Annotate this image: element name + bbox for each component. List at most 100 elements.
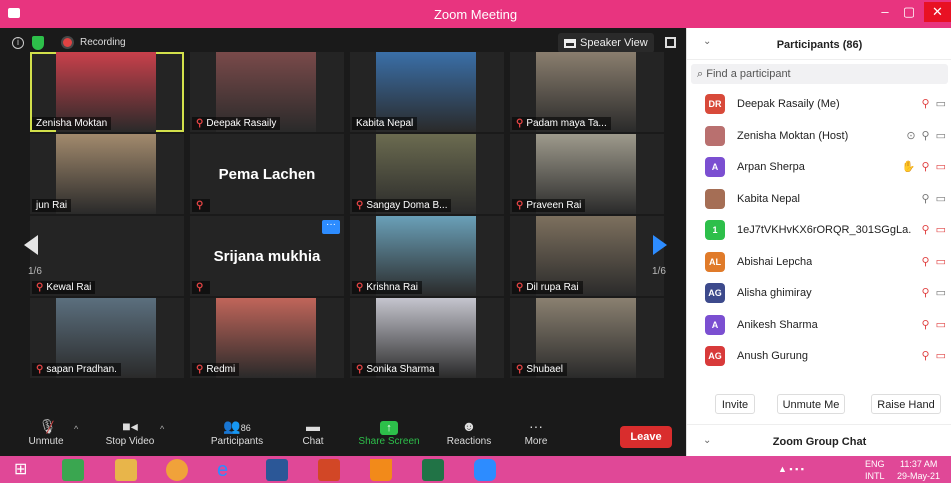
group-chat-header[interactable]: ⌄ Zoom Group Chat bbox=[687, 424, 951, 456]
participant-row[interactable]: A Arpan Sherpa ✋ ⚲ ▭ bbox=[687, 151, 951, 182]
participant-name: Sangay Doma B... bbox=[366, 200, 448, 211]
video-tile[interactable]: ⚲ Sangay Doma B... bbox=[350, 134, 504, 214]
participant-search-input[interactable]: ⌕ Find a participant bbox=[691, 64, 948, 84]
video-tile[interactable]: ⚲ Shubael bbox=[510, 298, 664, 378]
participant-name: Zenisha Moktan bbox=[36, 118, 108, 129]
mic-icon: ⚲ bbox=[921, 129, 930, 142]
more-dots-icon: ··· bbox=[529, 418, 543, 434]
tray-icons[interactable]: ▲ ▪ ▪ ▪ bbox=[778, 464, 804, 474]
camera-muted-icon: ▭ bbox=[935, 161, 946, 173]
leave-button[interactable]: Leave bbox=[620, 426, 672, 448]
participants-count: 86 bbox=[240, 423, 251, 433]
more-button[interactable]: ··· More bbox=[506, 418, 566, 447]
participant-name: Redmi bbox=[206, 364, 236, 375]
participant-row[interactable]: AL Abishai Lepcha ⚲ ▭ bbox=[687, 246, 951, 277]
stop-video-button[interactable]: ■◂ Stop Video bbox=[95, 418, 165, 447]
search-placeholder: Find a participant bbox=[706, 68, 791, 80]
speaker-view-button[interactable]: Speaker View bbox=[558, 33, 654, 53]
participant-name-label: jun Rai bbox=[32, 199, 72, 212]
participant-row[interactable]: A Anikesh Sharma ⚲ ▭ bbox=[687, 309, 951, 340]
keyboard-layout[interactable]: INTL bbox=[865, 471, 885, 481]
invite-button[interactable]: Invite bbox=[715, 394, 755, 414]
video-tile[interactable]: ⚲ Padam maya Ta... bbox=[510, 52, 664, 132]
title-bar: Zoom Meeting – ▢ ✕ bbox=[0, 0, 951, 28]
audio-options-caret-icon[interactable]: ^ bbox=[74, 424, 78, 434]
info-icon[interactable]: i bbox=[12, 37, 24, 49]
video-tile[interactable]: ⚲ Kewal Rai bbox=[30, 216, 184, 296]
camera-icon: ▭ bbox=[935, 192, 946, 205]
clock-date[interactable]: 29-May-21 bbox=[897, 471, 940, 481]
video-options-caret-icon[interactable]: ^ bbox=[160, 424, 164, 434]
participant-list-name: Alisha ghimiray bbox=[737, 287, 812, 299]
video-tile[interactable]: ⚲ Deepak Rasaily bbox=[190, 52, 344, 132]
file-explorer-icon[interactable] bbox=[115, 459, 137, 481]
zoom-taskbar-icon[interactable] bbox=[474, 459, 496, 481]
participant-row[interactable]: Zenisha Moktan (Host) ⊙ ⚲ ▭ bbox=[687, 120, 951, 151]
unmute-button[interactable]: 🎙╱ Unmute bbox=[16, 418, 76, 447]
mic-muted-icon: ⚲ bbox=[516, 118, 524, 129]
language-indicator[interactable]: ENG bbox=[865, 459, 885, 469]
video-tile[interactable]: ⚲ Sonika Sharma bbox=[350, 298, 504, 378]
video-tile[interactable]: ⚲ Krishna Rai bbox=[350, 216, 504, 296]
participant-name: Dil rupa Rai bbox=[526, 282, 579, 293]
participants-label: Participants bbox=[210, 436, 264, 447]
excel-icon[interactable] bbox=[422, 459, 444, 481]
prev-page-arrow-icon[interactable] bbox=[24, 235, 38, 255]
video-tile[interactable]: Kabita Nepal bbox=[350, 52, 504, 132]
participants-title: Participants (86) bbox=[776, 39, 863, 51]
video-tile[interactable]: jun Rai bbox=[30, 134, 184, 214]
participant-name-label: ⚲ bbox=[192, 281, 211, 294]
unmute-me-button[interactable]: Unmute Me bbox=[777, 394, 845, 414]
avatar bbox=[705, 125, 725, 146]
participants-button[interactable]: 👥86 Participants bbox=[200, 418, 274, 447]
participant-row[interactable]: DR Deepak Rasaily (Me) ⚲ ▭ bbox=[687, 88, 951, 119]
reactions-button[interactable]: ☻ Reactions bbox=[434, 418, 504, 447]
video-tile[interactable]: ⚲ Redmi bbox=[190, 298, 344, 378]
reactions-smiley-icon: ☻ bbox=[461, 418, 477, 434]
video-tile[interactable]: ⚲ Praveen Rai bbox=[510, 134, 664, 214]
store-icon[interactable] bbox=[62, 459, 84, 481]
participant-name-label: ⚲ Krishna Rai bbox=[352, 281, 423, 294]
participant-status-icons: ⚲ ▭ bbox=[922, 192, 946, 205]
mic-muted-icon: 🎙╱ bbox=[38, 418, 57, 434]
mic-muted-icon: ⚲ bbox=[356, 364, 364, 375]
mic-muted-icon: ⚲ bbox=[921, 98, 930, 110]
video-tile[interactable]: ⚲ Dil rupa Rai bbox=[510, 216, 664, 296]
more-label: More bbox=[524, 436, 548, 447]
chat-button[interactable]: ▬ Chat bbox=[285, 418, 341, 447]
windows-start-icon[interactable]: ⊞ bbox=[14, 459, 36, 481]
camera-muted-icon: ▭ bbox=[935, 255, 946, 268]
share-screen-button[interactable]: ↑ Share Screen bbox=[354, 418, 424, 447]
participant-row[interactable]: AG Alisha ghimiray ⚲ ▭ bbox=[687, 277, 951, 308]
avatar: AG bbox=[705, 283, 725, 303]
fullscreen-icon[interactable] bbox=[665, 37, 676, 48]
participant-list-name: Abishai Lepcha bbox=[737, 255, 813, 268]
participant-status-icons: ⚲ ▭ bbox=[922, 318, 946, 331]
video-tile[interactable]: Zenisha Moktan bbox=[30, 52, 184, 132]
participant-actions: Invite Unmute Me Raise Hand bbox=[687, 394, 951, 414]
chrome-icon[interactable] bbox=[166, 459, 188, 481]
participant-status-icons: ✋ ⚲ ▭ bbox=[902, 160, 946, 173]
minimize-button[interactable]: – bbox=[873, 4, 897, 19]
close-button[interactable]: ✕ bbox=[924, 2, 951, 22]
raise-hand-button[interactable]: Raise Hand bbox=[871, 394, 941, 414]
video-tile[interactable]: ⚲ sapan Pradhan. bbox=[30, 298, 184, 378]
meeting-toolbar: 🎙╱ Unmute ^ ■◂ Stop Video ^ 👥86 Particip… bbox=[0, 412, 686, 456]
tile-more-options-icon[interactable]: ··· bbox=[322, 220, 340, 234]
internet-explorer-icon[interactable]: e bbox=[217, 459, 239, 481]
maximize-button[interactable]: ▢ bbox=[897, 4, 921, 20]
participant-name: Shubael bbox=[526, 364, 564, 375]
video-tile[interactable]: Pema Lachen ⚲ bbox=[190, 134, 344, 214]
video-camera-icon: ■◂ bbox=[122, 418, 138, 434]
participant-row[interactable]: Kabita Nepal ⚲ ▭ bbox=[687, 183, 951, 214]
word-icon[interactable] bbox=[266, 459, 288, 481]
next-page-arrow-icon[interactable] bbox=[653, 235, 667, 255]
participant-row[interactable]: 1 1eJ7tVKHvKX6rORQR_301SGgLa... ⚲ ▭ bbox=[687, 214, 951, 245]
security-shield-icon[interactable] bbox=[32, 36, 44, 50]
powerpoint-icon[interactable] bbox=[318, 459, 340, 481]
clock-time[interactable]: 11:37 AM bbox=[900, 459, 937, 469]
video-tile[interactable]: Srijana mukhia ··· ⚲ bbox=[190, 216, 344, 296]
participant-name: Kabita Nepal bbox=[356, 118, 414, 129]
vlc-icon[interactable] bbox=[370, 459, 392, 481]
participant-row[interactable]: AG Anush Gurung ⚲ ▭ bbox=[687, 340, 951, 371]
